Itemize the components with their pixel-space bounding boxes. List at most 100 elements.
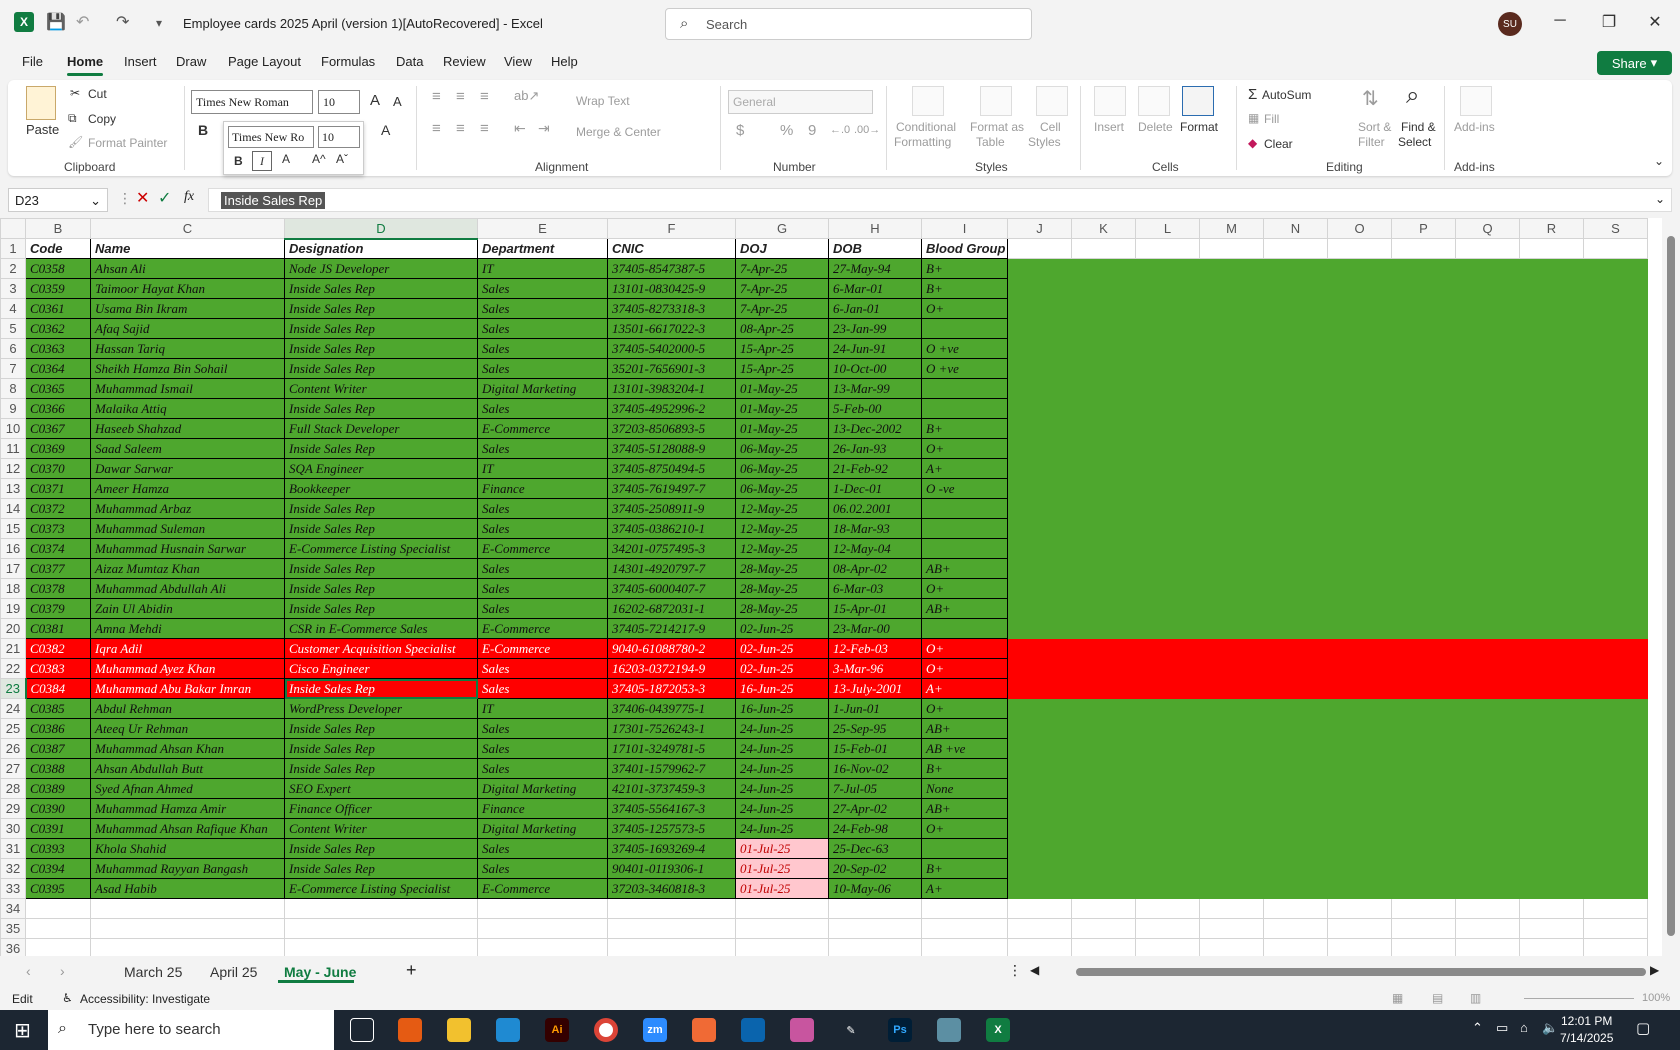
cell-code[interactable]: C0391 [25, 818, 91, 839]
cell-cnic[interactable]: 37405-5564167-3 [607, 798, 736, 819]
cell[interactable] [1135, 618, 1200, 639]
cell[interactable] [1519, 358, 1584, 379]
cell[interactable] [1007, 618, 1072, 639]
cell[interactable] [735, 918, 829, 939]
cell[interactable] [1391, 498, 1456, 519]
cell[interactable] [1327, 678, 1392, 699]
cell[interactable] [1583, 818, 1648, 839]
header-cell[interactable]: Code [25, 238, 91, 259]
cell[interactable] [1007, 358, 1072, 379]
cell-doj[interactable]: 02-Jun-25 [735, 618, 829, 639]
cell[interactable] [1519, 258, 1584, 279]
cell[interactable] [1007, 638, 1072, 659]
cell[interactable] [1455, 278, 1520, 299]
cell[interactable] [1263, 798, 1328, 819]
row-header[interactable]: 15 [0, 518, 26, 539]
cell-desig[interactable]: SEO Expert [284, 778, 478, 799]
cell[interactable] [1007, 518, 1072, 539]
cell-doj[interactable]: 06-May-25 [735, 458, 829, 479]
cell[interactable] [1583, 838, 1648, 859]
cell[interactable] [1391, 458, 1456, 479]
column-header[interactable]: H [828, 218, 922, 239]
cell[interactable] [1519, 658, 1584, 679]
cell[interactable] [1519, 578, 1584, 599]
shrink-font-icon[interactable]: A [393, 94, 402, 109]
cell-desig[interactable]: Inside Sales Rep [284, 838, 478, 859]
photoshop-icon[interactable]: Ps [888, 1018, 912, 1042]
cell[interactable] [1007, 678, 1072, 699]
cell[interactable] [1135, 538, 1200, 559]
cell[interactable] [1135, 258, 1200, 279]
cell[interactable] [1135, 598, 1200, 619]
cell[interactable] [1135, 478, 1200, 499]
cell-desig[interactable]: Inside Sales Rep [284, 718, 478, 739]
prev-sheet-icon[interactable]: ‹ [26, 963, 31, 979]
cell[interactable] [1327, 598, 1392, 619]
cell[interactable] [1263, 298, 1328, 319]
cell-dept[interactable]: Sales [477, 658, 608, 679]
cell-code[interactable]: C0361 [25, 298, 91, 319]
delete-cells-icon[interactable] [1138, 86, 1170, 116]
cell[interactable] [1519, 438, 1584, 459]
cell[interactable] [1263, 738, 1328, 759]
cell-code[interactable]: C0395 [25, 878, 91, 899]
cell[interactable] [1071, 578, 1136, 599]
cell-desig[interactable]: Inside Sales Rep [284, 398, 478, 419]
cell[interactable] [1391, 318, 1456, 339]
cell[interactable] [1391, 238, 1456, 259]
cell[interactable] [1071, 338, 1136, 359]
cell-bg[interactable]: A+ [921, 678, 1008, 699]
cell-dept[interactable]: Sales [477, 858, 608, 879]
cell[interactable] [1327, 638, 1392, 659]
cell[interactable] [1455, 358, 1520, 379]
header-cell[interactable]: Designation [284, 238, 478, 259]
cell[interactable] [1455, 638, 1520, 659]
cell[interactable] [1263, 338, 1328, 359]
row-header[interactable]: 17 [0, 558, 26, 579]
tab-file[interactable]: File [22, 54, 43, 69]
cell[interactable] [1135, 578, 1200, 599]
cell-bg[interactable]: A+ [921, 878, 1008, 899]
cell[interactable] [1071, 618, 1136, 639]
cell[interactable] [1199, 378, 1264, 399]
cell-code[interactable]: C0388 [25, 758, 91, 779]
cell-bg[interactable]: O +ve [921, 358, 1008, 379]
cell-doj[interactable]: 06-May-25 [735, 478, 829, 499]
tab-home[interactable]: Home [67, 54, 103, 69]
cell[interactable] [1519, 798, 1584, 819]
cell[interactable] [1263, 418, 1328, 439]
cell-bg[interactable]: B+ [921, 858, 1008, 879]
page-layout-view-icon[interactable]: ▤ [1432, 991, 1443, 1005]
cell[interactable] [1327, 358, 1392, 379]
cell-dob[interactable]: 08-Apr-02 [828, 558, 922, 579]
cell-desig[interactable]: Inside Sales Rep [284, 318, 478, 339]
cell[interactable] [1391, 638, 1456, 659]
currency-button[interactable]: $ [736, 122, 744, 139]
cell-cnic[interactable]: 37405-8273318-3 [607, 298, 736, 319]
cell-cnic[interactable]: 37405-1257573-5 [607, 818, 736, 839]
cell[interactable] [1391, 338, 1456, 359]
notifications-icon[interactable]: ▢ [1636, 1019, 1650, 1037]
cell[interactable] [1199, 438, 1264, 459]
cell-code[interactable]: C0381 [25, 618, 91, 639]
cell[interactable] [1583, 578, 1648, 599]
cell-desig[interactable]: Inside Sales Rep [284, 738, 478, 759]
cell[interactable] [1391, 698, 1456, 719]
cell[interactable] [1263, 358, 1328, 379]
insert-cells-button[interactable]: Insert [1094, 120, 1124, 134]
cell-code[interactable]: C0382 [25, 638, 91, 659]
cell-code[interactable]: C0374 [25, 538, 91, 559]
align-center-icon[interactable]: ≡ [456, 120, 465, 137]
cell-dob[interactable]: 18-Mar-93 [828, 518, 922, 539]
cell[interactable] [1199, 458, 1264, 479]
align-right-icon[interactable]: ≡ [480, 120, 489, 137]
cell[interactable] [1199, 758, 1264, 779]
cell[interactable] [1519, 878, 1584, 899]
cell-bg[interactable]: None [921, 778, 1008, 799]
cell[interactable] [284, 938, 478, 956]
cell-desig[interactable]: Content Writer [284, 378, 478, 399]
row-header[interactable]: 33 [0, 878, 26, 899]
font-size-select[interactable]: 10 [318, 90, 360, 114]
cell[interactable] [1263, 618, 1328, 639]
cell[interactable] [1327, 718, 1392, 739]
